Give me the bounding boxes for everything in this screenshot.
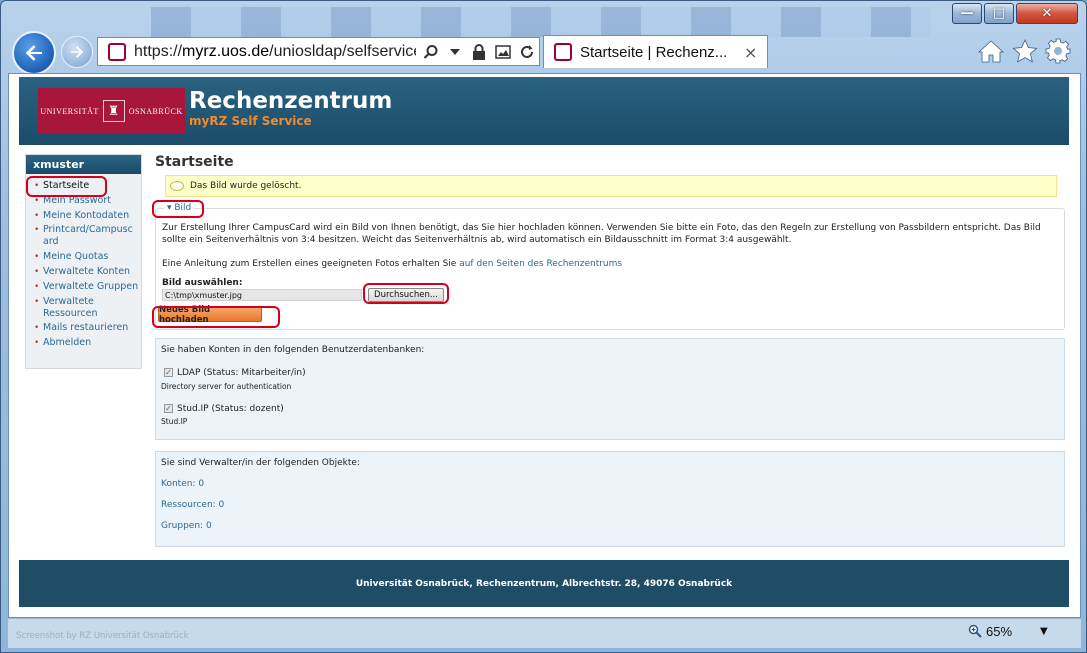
- dropdown-icon[interactable]: [446, 43, 464, 61]
- titlebar-background: [151, 7, 931, 37]
- accounts-heading: Sie haben Konten in den folgenden Benutz…: [161, 345, 425, 355]
- objects-panel: Sie sind Verwalter/in der folgenden Obje…: [155, 451, 1065, 547]
- guide-text: Eine Anleitung zum Erstellen eines geeig…: [162, 259, 460, 269]
- gear-icon[interactable]: [1044, 37, 1072, 65]
- site-title: Rechenzentrum: [189, 88, 393, 114]
- zoom-icon[interactable]: [968, 624, 982, 641]
- sidebar-item-mein-passwort[interactable]: Mein Passwort: [29, 195, 141, 207]
- address-bar[interactable]: https://myrz.uos.de/uniosldap/selfservic…: [97, 37, 540, 66]
- file-path-input[interactable]: C:\tmp\xmuster.jpg: [162, 289, 362, 301]
- studip-label: Stud.IP (Status: dozent): [177, 404, 284, 414]
- sidebar-item-mails-restaurieren[interactable]: Mails restaurieren: [29, 322, 141, 334]
- zoom-dropdown-icon[interactable]: ▼: [1040, 626, 1048, 637]
- forward-icon: [71, 46, 84, 58]
- logo-text-right: OSNABRÜCK: [128, 106, 183, 116]
- sidebar-item-verwaltete-gruppen[interactable]: Verwaltete Gruppen: [29, 281, 141, 293]
- search-icon[interactable]: [422, 43, 440, 61]
- upload-image-button[interactable]: Neues Bild hochladen: [158, 305, 262, 325]
- page-viewport: UNIVERSITÄT ♜ OSNABRÜCK Rechenzentrum my…: [8, 73, 1081, 618]
- bild-description: Zur Erstellung Ihrer CampusCard wird ein…: [162, 223, 1041, 245]
- sidebar-item-meine-kontodaten[interactable]: Meine Kontodaten: [29, 210, 141, 222]
- close-icon: ✕: [1041, 6, 1053, 21]
- studip-description: Stud.IP: [161, 417, 188, 426]
- notice-text: Das Bild wurde gelöscht.: [190, 181, 302, 191]
- sidebar-menu: Startseite Mein Passwort Meine Kontodate…: [26, 174, 141, 349]
- site-header: UNIVERSITÄT ♜ OSNABRÜCK Rechenzentrum my…: [19, 77, 1069, 145]
- forward-button[interactable]: [61, 36, 93, 68]
- close-window-button[interactable]: ✕: [1016, 3, 1078, 24]
- back-icon: [25, 45, 42, 61]
- site-favicon-icon: [108, 42, 126, 61]
- sidebar-username: xmuster: [26, 155, 141, 174]
- minimize-button[interactable]: —: [952, 3, 982, 24]
- university-logo[interactable]: UNIVERSITÄT ♜ OSNABRÜCK: [38, 88, 185, 134]
- accounts-panel: Sie haben Konten in den folgenden Benutz…: [155, 338, 1065, 440]
- image-icon[interactable]: [494, 43, 512, 61]
- notice-message: Das Bild wurde gelöscht.: [165, 175, 1057, 197]
- bild-section: ▾ Bild Zur Erstellung Ihrer CampusCard w…: [155, 203, 1065, 330]
- minimize-icon: —: [960, 6, 974, 21]
- bild-toggle[interactable]: ▾ Bild: [164, 203, 195, 213]
- star-icon[interactable]: [1011, 37, 1039, 65]
- zoom-level[interactable]: 65%: [986, 624, 1012, 639]
- browser-tab[interactable]: Startseite | Rechenz... ×: [543, 35, 768, 68]
- ressourcen-link[interactable]: Ressourcen: 0: [161, 500, 224, 510]
- file-label: Bild auswählen:: [162, 278, 243, 288]
- main-content: Startseite Das Bild wurde gelöscht. ▾ Bi…: [155, 152, 1065, 330]
- tab-favicon-icon: [554, 43, 572, 61]
- lock-icon[interactable]: [470, 43, 488, 61]
- back-button[interactable]: [12, 31, 56, 75]
- ldap-checkbox[interactable]: ✓: [164, 368, 173, 377]
- site-footer: Universität Osnabrück, Rechenzentrum, Al…: [19, 560, 1069, 607]
- sidebar: xmuster Startseite Mein Passwort Meine K…: [25, 154, 142, 369]
- ldap-label: LDAP (Status: Mitarbeiter/in): [177, 368, 306, 378]
- status-bar: Screenshot by RZ Universität Osnabrück 6…: [8, 618, 1081, 648]
- sidebar-item-printcard[interactable]: Printcard/Campuscard: [29, 224, 137, 248]
- gruppen-link[interactable]: Gruppen: 0: [161, 521, 212, 531]
- sidebar-item-meine-quotas[interactable]: Meine Quotas: [29, 251, 141, 263]
- bild-guide: Eine Anleitung zum Erstellen eines geeig…: [162, 259, 622, 269]
- refresh-icon[interactable]: [518, 43, 536, 61]
- watermark: Screenshot by RZ Universität Osnabrück: [16, 631, 189, 641]
- objects-heading: Sie sind Verwalter/in der folgenden Obje…: [161, 458, 360, 468]
- home-icon[interactable]: [977, 37, 1005, 65]
- ldap-description: Directory server for authentication: [161, 382, 292, 391]
- tab-title: Startseite | Rechenz...: [580, 43, 728, 61]
- sidebar-item-verwaltete-konten[interactable]: Verwaltete Konten: [29, 266, 141, 278]
- sidebar-item-startseite[interactable]: Startseite: [29, 180, 141, 192]
- seal-icon: ♜: [102, 100, 125, 122]
- maximize-button[interactable]: □: [984, 3, 1014, 24]
- page-title: Startseite: [155, 154, 234, 170]
- studip-checkbox[interactable]: ✓: [164, 404, 173, 413]
- sidebar-item-abmelden[interactable]: Abmelden: [29, 337, 141, 349]
- maximize-icon: □: [992, 6, 1006, 21]
- tab-close-icon[interactable]: ×: [744, 43, 757, 62]
- sidebar-item-verwaltete-ressourcen[interactable]: Verwaltete Ressourcen: [29, 296, 109, 320]
- browse-button[interactable]: Durchsuchen...: [368, 288, 444, 302]
- guide-link[interactable]: auf den Seiten des Rechenzentrums: [459, 259, 622, 269]
- url-text[interactable]: https://myrz.uos.de/uniosldap/selfservic…: [134, 43, 416, 61]
- site-subtitle: myRZ Self Service: [189, 114, 312, 128]
- konten-link[interactable]: Konten: 0: [161, 479, 204, 489]
- browser-window: — □ ✕ https://myrz.uos.de/uniosldap/self…: [0, 0, 1087, 653]
- logo-text-left: UNIVERSITÄT: [40, 106, 99, 116]
- speech-bubble-icon: [170, 181, 184, 191]
